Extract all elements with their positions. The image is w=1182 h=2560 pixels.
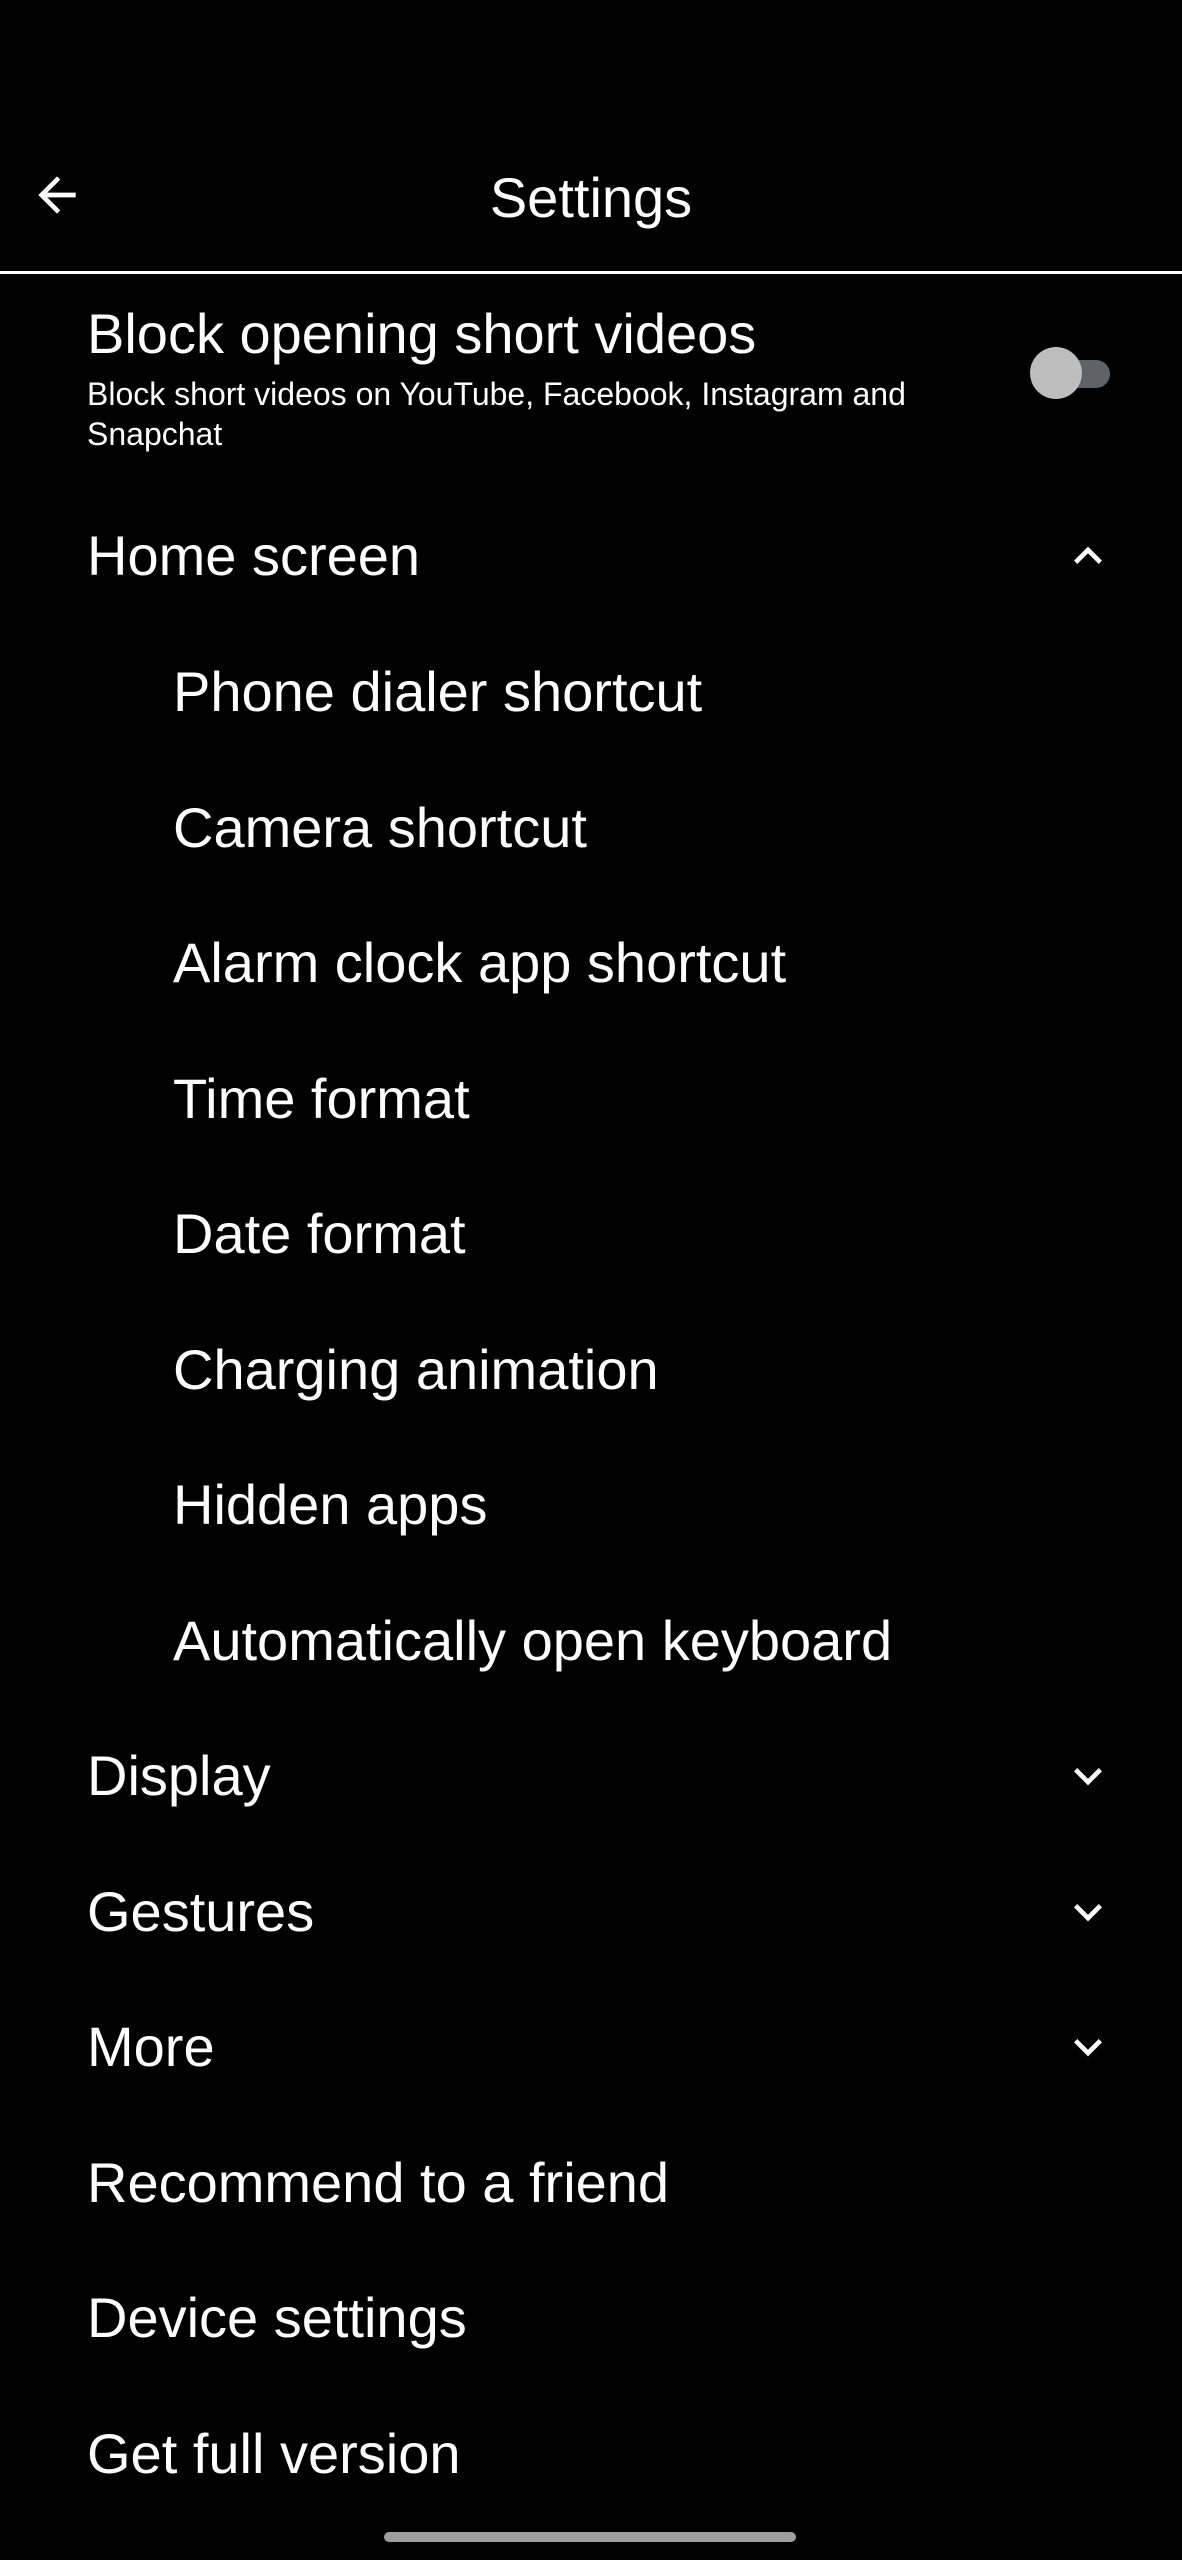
page-title: Settings <box>489 166 693 229</box>
get-full-version-item[interactable]: Get full version <box>0 2386 1182 2521</box>
setting-title: Block opening short videos <box>87 302 757 365</box>
toggle-thumb <box>1030 347 1082 399</box>
menu-item-phone-dialer-shortcut[interactable]: Phone dialer shortcut <box>0 624 1182 759</box>
menu-item-label: Device settings <box>87 2286 467 2349</box>
chevron-down-icon <box>1074 1904 1102 1922</box>
section-home-screen[interactable]: Home screen <box>0 488 1182 623</box>
menu-item-label: Time format <box>173 1067 470 1130</box>
menu-item-label: Automatically open keyboard <box>173 1609 893 1672</box>
menu-item-alarm-clock-shortcut[interactable]: Alarm clock app shortcut <box>0 895 1182 1030</box>
menu-item-label: Alarm clock app shortcut <box>173 931 787 994</box>
section-label: Display <box>87 1744 271 1807</box>
block-short-videos-setting[interactable]: Block opening short videos Block short v… <box>0 274 1182 474</box>
chevron-down-icon <box>1074 2039 1102 2057</box>
menu-item-label: Phone dialer shortcut <box>173 660 703 723</box>
section-label: Home screen <box>87 524 421 587</box>
menu-item-hidden-apps[interactable]: Hidden apps <box>0 1437 1182 1572</box>
menu-item-label: Camera shortcut <box>173 796 587 859</box>
menu-item-label: Hidden apps <box>173 1473 488 1536</box>
settings-list[interactable]: Block opening short videos Block short v… <box>0 274 1182 2560</box>
recommend-to-friend-item[interactable]: Recommend to a friend <box>0 2115 1182 2250</box>
chevron-up-icon <box>1074 546 1102 564</box>
menu-item-date-format[interactable]: Date format <box>0 1166 1182 1301</box>
section-label: Gestures <box>87 1880 315 1943</box>
menu-item-label: Get full version <box>87 2422 461 2485</box>
section-gestures[interactable]: Gestures <box>0 1844 1182 1979</box>
app-bar: Settings <box>0 120 1182 274</box>
menu-item-label: Charging animation <box>173 1338 659 1401</box>
device-settings-item[interactable]: Device settings <box>0 2250 1182 2385</box>
menu-item-label: Recommend to a friend <box>87 2151 670 2214</box>
section-more[interactable]: More <box>0 1979 1182 2114</box>
section-label: More <box>87 2015 215 2078</box>
menu-item-auto-open-keyboard[interactable]: Automatically open keyboard <box>0 1573 1182 1708</box>
section-display[interactable]: Display <box>0 1708 1182 1843</box>
menu-item-camera-shortcut[interactable]: Camera shortcut <box>0 760 1182 895</box>
gesture-nav-handle[interactable] <box>384 2532 796 2542</box>
menu-item-label: Date format <box>173 1202 466 1265</box>
menu-item-charging-animation[interactable]: Charging animation <box>0 1302 1182 1437</box>
setting-description: Block short videos on YouTube, Facebook,… <box>87 376 906 452</box>
chevron-down-icon <box>1074 1768 1102 1786</box>
status-bar <box>0 0 1182 120</box>
menu-item-time-format[interactable]: Time format <box>0 1031 1182 1166</box>
block-short-videos-toggle[interactable] <box>1024 346 1120 400</box>
